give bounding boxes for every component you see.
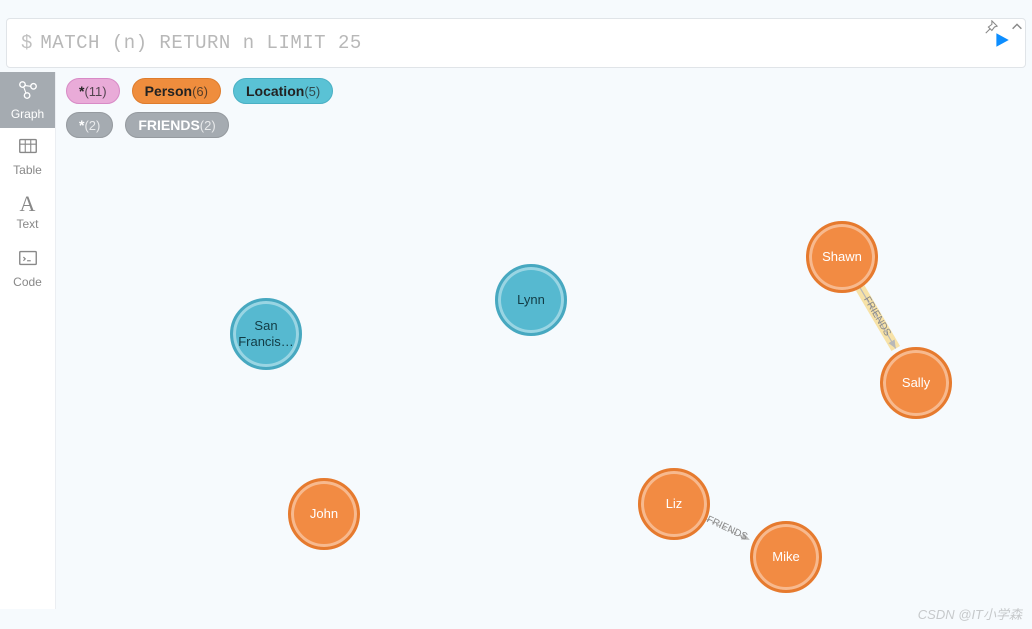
query-prompt: $ bbox=[21, 32, 32, 54]
node-sanfrancisco[interactable]: San Francis… bbox=[230, 298, 302, 370]
edge-label-friends: FRIENDS bbox=[860, 293, 894, 340]
node-sally[interactable]: Sally bbox=[880, 347, 952, 419]
tab-graph-label: Graph bbox=[11, 107, 44, 121]
tab-text-label: Text bbox=[16, 217, 38, 231]
node-label-pill-location[interactable]: Location(5) bbox=[233, 78, 333, 104]
collapse-icon[interactable] bbox=[1010, 20, 1024, 37]
tab-table-label: Table bbox=[13, 163, 42, 177]
query-bar[interactable]: $ MATCH (n) RETURN n LIMIT 25 bbox=[6, 18, 1026, 68]
node-label-row: *(11) Person(6) Location(5) bbox=[66, 78, 1022, 104]
pin-icon[interactable] bbox=[984, 20, 998, 37]
node-label-pill-*[interactable]: *(11) bbox=[66, 78, 120, 104]
edge-label-friends: FRIENDS bbox=[703, 513, 751, 543]
node-label-pill-person[interactable]: Person(6) bbox=[132, 78, 221, 104]
code-icon bbox=[17, 247, 39, 273]
graph-canvas[interactable]: *(11) Person(6) Location(5) *(2) FRIENDS(2)… bbox=[56, 72, 1032, 609]
tab-code[interactable]: Code bbox=[0, 240, 55, 296]
tab-table[interactable]: Table bbox=[0, 128, 55, 184]
sidebar: Graph Table A Text Code bbox=[0, 72, 56, 609]
rel-type-row: *(2) FRIENDS(2) bbox=[66, 112, 1022, 138]
rel-type-pill-*[interactable]: *(2) bbox=[66, 112, 113, 138]
text-icon: A bbox=[20, 193, 36, 215]
node-mike[interactable]: Mike bbox=[750, 521, 822, 593]
node-liz[interactable]: Liz bbox=[638, 468, 710, 540]
node-john[interactable]: John bbox=[288, 478, 360, 550]
table-icon bbox=[17, 135, 39, 161]
node-lynn[interactable]: Lynn bbox=[495, 264, 567, 336]
rel-type-pill-friends[interactable]: FRIENDS(2) bbox=[125, 112, 228, 138]
tab-code-label: Code bbox=[13, 275, 42, 289]
graph-icon bbox=[17, 79, 39, 105]
query-text: MATCH (n) RETURN n LIMIT 25 bbox=[40, 32, 993, 54]
tab-graph[interactable]: Graph bbox=[0, 72, 55, 128]
node-shawn[interactable]: Shawn bbox=[806, 221, 878, 293]
tab-text[interactable]: A Text bbox=[0, 184, 55, 240]
